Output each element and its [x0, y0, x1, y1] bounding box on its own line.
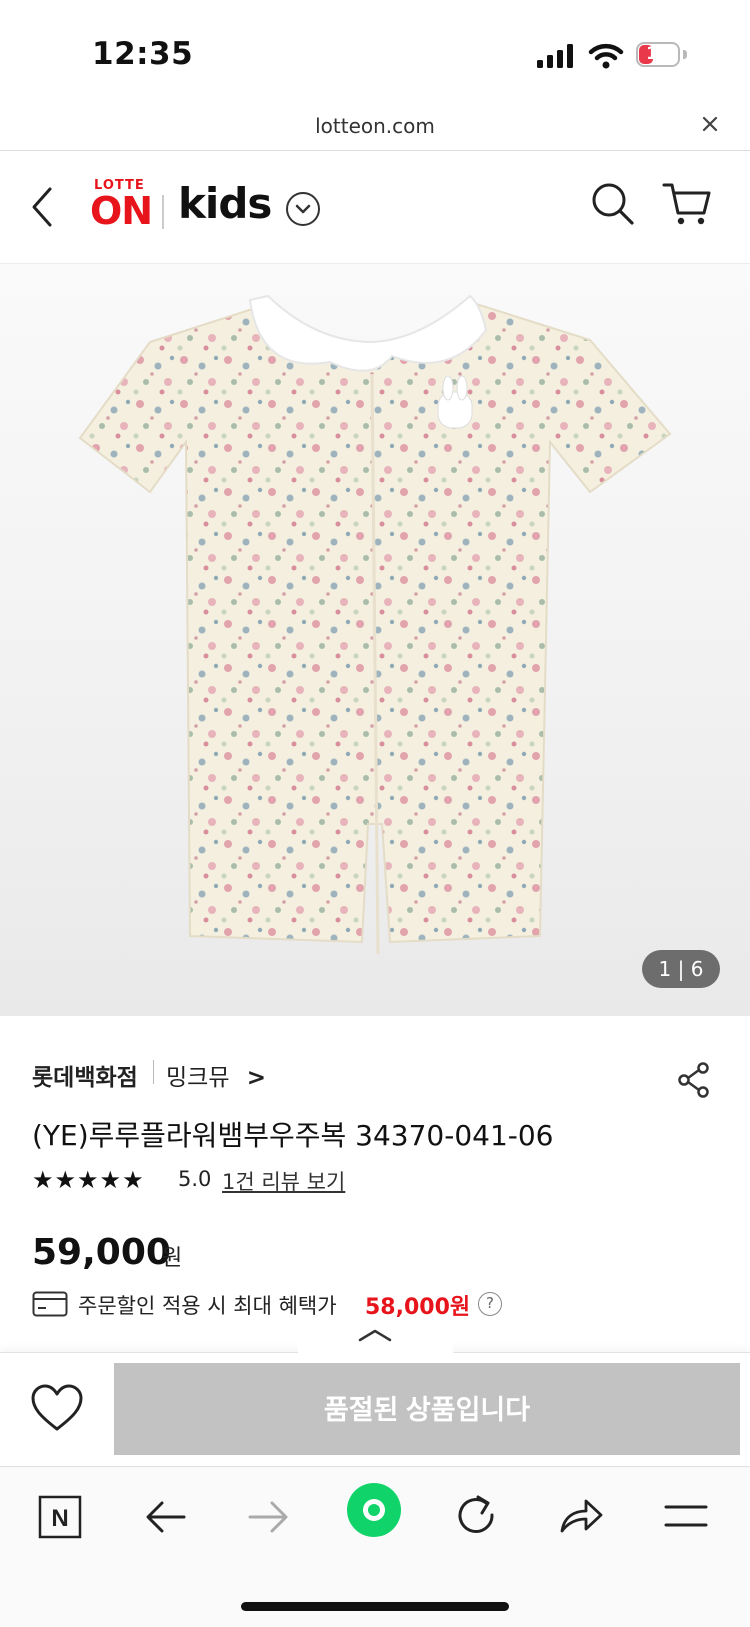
- brand-name: 밍크뮤: [166, 1065, 230, 1091]
- logo-kids[interactable]: kids: [178, 179, 272, 228]
- close-icon[interactable]: [702, 116, 718, 132]
- forward-arrow-icon[interactable]: [246, 1497, 290, 1537]
- back-icon[interactable]: [30, 186, 54, 228]
- back-arrow-icon[interactable]: [144, 1497, 188, 1537]
- logo-on[interactable]: ON: [90, 189, 153, 233]
- sold-out-button[interactable]: 품절된 상품입니다: [114, 1363, 740, 1455]
- price: 59,000: [32, 1232, 171, 1273]
- store-name[interactable]: 롯데백화점: [32, 1058, 138, 1092]
- price-unit: 원: [162, 1246, 183, 1271]
- battery-level: 15: [646, 44, 670, 64]
- naver-icon[interactable]: N: [38, 1495, 82, 1539]
- rating-value: 5.0: [178, 1167, 212, 1191]
- refresh-icon[interactable]: [456, 1493, 500, 1539]
- chevron-down-icon[interactable]: [286, 192, 320, 226]
- svg-text:N: N: [51, 1505, 68, 1532]
- search-icon[interactable]: [590, 181, 636, 227]
- battery-icon: 15: [636, 42, 680, 67]
- url-bar[interactable]: lotteon.com: [0, 96, 750, 151]
- cellular-signal-icon: [537, 44, 573, 68]
- home-indicator: [241, 1602, 509, 1611]
- card-icon: [32, 1291, 68, 1317]
- romper-illustration: [78, 294, 672, 955]
- menu-icon[interactable]: [664, 1501, 708, 1531]
- status-time: 12:35: [92, 36, 194, 72]
- site-header: LOTTE ON kids: [0, 151, 750, 264]
- product-title: (YE)루루플라워뱀부우주복 34370-041-06: [32, 1119, 554, 1152]
- benefit-price: 58,000원: [365, 1295, 471, 1320]
- collapse-tab[interactable]: [298, 1322, 453, 1356]
- wifi-icon: [588, 43, 624, 69]
- review-link[interactable]: 1건 리뷰 보기: [222, 1166, 345, 1196]
- heart-icon[interactable]: [30, 1384, 84, 1432]
- green-dot-icon[interactable]: [345, 1481, 403, 1539]
- cart-icon[interactable]: [662, 181, 712, 227]
- benefit-label: 주문할인 적용 시 최대 혜택가: [78, 1294, 337, 1318]
- product-image[interactable]: [0, 264, 750, 1016]
- star-rating-icon: ★★★★★: [32, 1166, 145, 1194]
- share-icon[interactable]: [677, 1062, 711, 1098]
- url-text: lotteon.com: [315, 114, 435, 138]
- image-counter: 1 | 6: [642, 950, 720, 988]
- chevron-right-icon: >: [246, 1065, 267, 1091]
- brand-link[interactable]: 밍크뮤 >: [166, 1058, 266, 1092]
- help-icon[interactable]: ?: [478, 1292, 502, 1316]
- chevron-up-icon: [358, 1329, 392, 1342]
- share-arrow-icon[interactable]: [558, 1495, 604, 1537]
